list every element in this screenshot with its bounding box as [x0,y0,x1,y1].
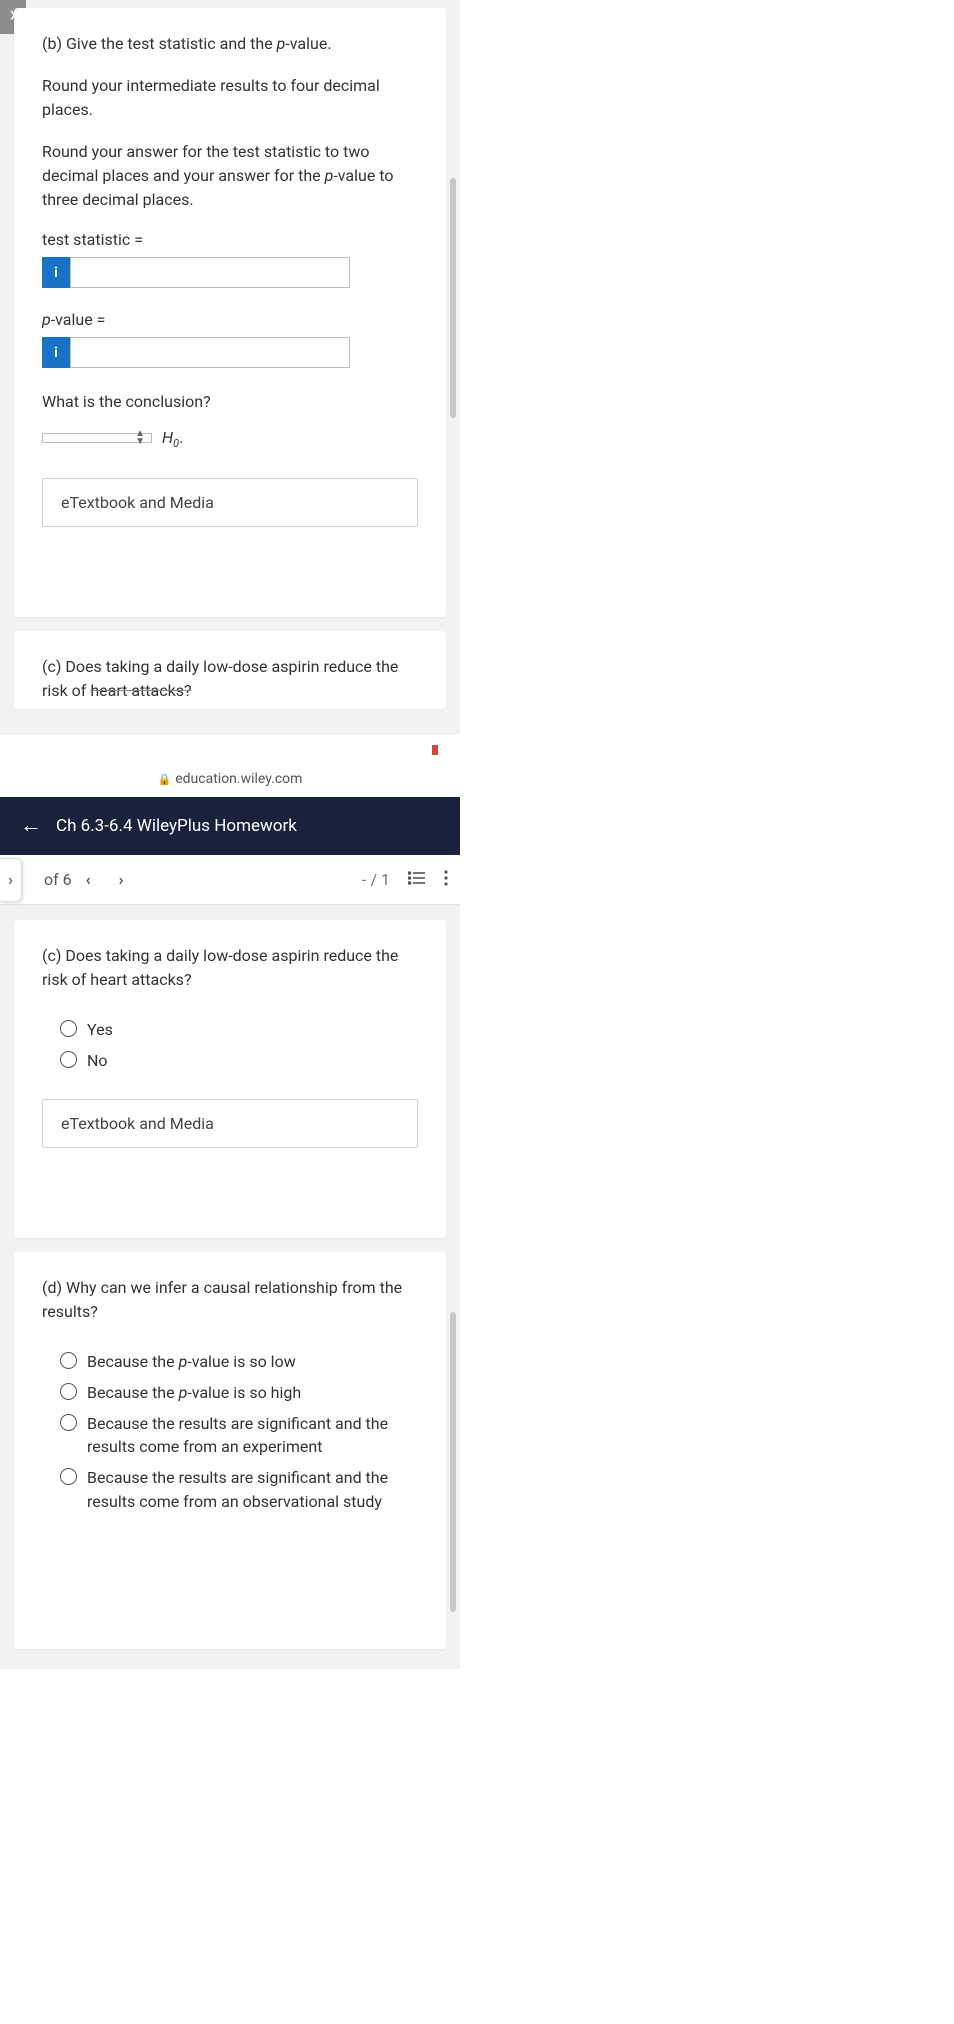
radio-option-d3[interactable]: Because the results are significant and … [60,1412,418,1458]
prev-question-button[interactable]: ‹ [86,870,91,889]
etextbook-media-button[interactable]: eTextbook and Media [42,478,418,527]
p-value-label: p-value = [42,310,418,329]
radio-option-d2[interactable]: Because the p-value is so high [60,1381,418,1404]
part-b-prompt: (b) Give the test statistic and the p-va… [42,32,418,56]
part-c-prompt-truncated: (c) Does taking a daily low-dose aspirin… [42,655,418,703]
next-question-button[interactable]: › [119,870,124,889]
radio-icon [60,1414,77,1431]
test-statistic-label: test statistic = [42,230,418,249]
rounding-instruction-1: Round your intermediate results to four … [42,74,418,122]
question-nav-bar: › of 6 ‹ › - / 1 [0,855,460,905]
question-part-c-cut-card: (c) Does taking a daily low-dose aspirin… [14,631,446,709]
etextbook-media-button[interactable]: eTextbook and Media [42,1099,418,1148]
part-c-options: Yes No [60,1018,418,1072]
kebab-menu-icon[interactable] [444,870,448,890]
test-statistic-input[interactable] [70,257,350,288]
info-icon[interactable]: i [42,257,70,288]
radio-option-d1[interactable]: Because the p-value is so low [60,1350,418,1373]
radio-icon [60,1020,77,1037]
part-c-prompt: (c) Does taking a daily low-dose aspirin… [42,944,418,992]
second-screenshot: 🔒education.wiley.com ← Ch 6.3-6.4 WileyP… [0,735,460,1669]
browser-url-bar[interactable]: 🔒education.wiley.com [0,765,460,797]
rounding-instruction-2: Round your answer for the test statistic… [42,140,418,212]
lock-icon: 🔒 [158,773,172,786]
score-display: - / 1 [362,870,390,889]
radio-icon [60,1383,77,1400]
part-d-options: Because the p-value is so low Because th… [60,1350,418,1513]
question-part-d-card: (d) Why can we infer a causal relationsh… [14,1252,446,1649]
scrollbar[interactable] [450,1312,456,1612]
battery-icon [432,745,438,755]
part-d-prompt: (d) Why can we infer a causal relationsh… [42,1276,418,1324]
conclusion-question: What is the conclusion? [42,390,418,414]
url-text: education.wiley.com [175,771,302,787]
h0-symbol: H0 [162,428,179,447]
radio-icon [60,1352,77,1369]
radio-option-yes[interactable]: Yes [60,1018,418,1041]
assignment-title: Ch 6.3-6.4 WileyPlus Homework [56,816,297,836]
p-value-input-row: i [42,337,418,368]
assignment-header: ← Ch 6.3-6.4 WileyPlus Homework [0,797,460,855]
phone-status-bar [0,735,460,765]
radio-option-no[interactable]: No [60,1049,418,1072]
chevron-updown-icon: ▲▼ [135,430,145,446]
radio-option-d4[interactable]: Because the results are significant and … [60,1466,418,1512]
test-statistic-input-row: i [42,257,418,288]
radio-icon [60,1051,77,1068]
scrollbar[interactable] [450,178,456,418]
p-value-input[interactable] [70,337,350,368]
drawer-handle[interactable]: › [0,858,22,902]
radio-icon [60,1468,77,1485]
question-part-b-card: (b) Give the test statistic and the p-va… [14,8,446,617]
question-counter: of 6 [44,870,72,889]
conclusion-select[interactable]: ▲▼ [42,433,152,443]
question-part-c-card: (c) Does taking a daily low-dose aspirin… [14,920,446,1237]
back-arrow-icon[interactable]: ← [20,815,42,837]
list-icon[interactable] [408,869,426,890]
info-icon[interactable]: i [42,337,70,368]
